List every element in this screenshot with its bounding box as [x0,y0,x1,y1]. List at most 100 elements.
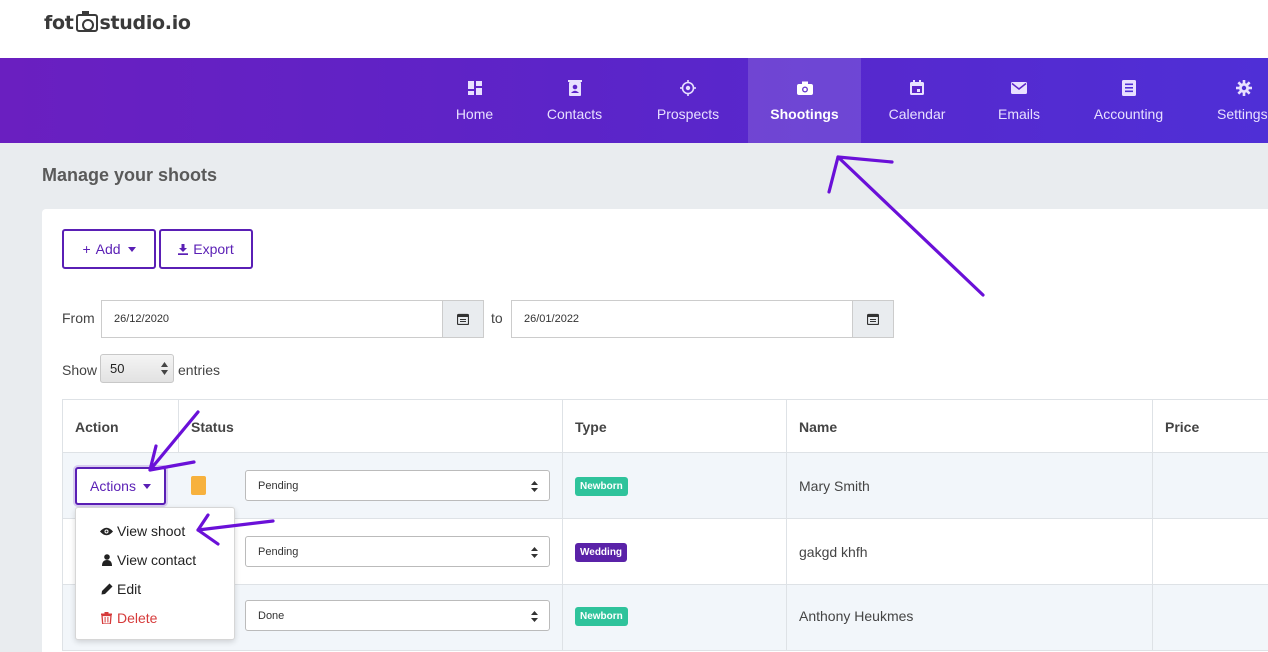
table-row: Done Newborn Anthony Heukmes [62,585,1268,651]
status-value: Pending [258,479,299,492]
column-header-status[interactable]: Status [179,400,563,454]
cell-divider [786,585,787,650]
chevron-down-icon [127,246,136,252]
actions-dropdown-menu: View shoot View contact Edit Delete [75,507,235,640]
nav-item-shootings[interactable]: Shootings [748,58,861,143]
logo-text-end: studio.io [99,12,191,34]
client-name: Anthony Heukmes [799,608,914,624]
to-label: to [491,310,503,326]
pencil-icon [100,583,113,596]
camera-logo-icon [75,11,98,32]
menu-item-view-contact[interactable]: View contact [100,552,196,568]
user-icon [100,554,113,567]
client-name: gakgd khfh [799,544,868,560]
type-badge: Wedding [575,543,628,562]
column-header-action[interactable]: Action [63,400,179,454]
download-icon [178,243,189,255]
to-date-input[interactable]: 26/01/2022 [511,300,853,338]
nav-item-calendar[interactable]: Calendar [882,58,952,143]
entries-value: 50 [110,361,125,376]
cell-divider [562,585,563,650]
status-select[interactable]: Pending [245,536,550,567]
envelope-icon [1011,80,1027,96]
updown-arrows-icon [531,611,538,622]
calendar-icon [457,313,469,325]
nav-label: Settings [1217,105,1268,122]
dashboard-icon [467,80,483,96]
cell-divider [1152,585,1153,650]
nav-label: Emails [997,105,1040,122]
chevron-down-icon [142,483,151,489]
table-row: Pending Newborn Mary Smith [62,453,1268,519]
cell-divider [1152,519,1153,584]
export-button-label: Export [193,241,234,257]
from-label: From [62,310,95,326]
nav-item-contacts[interactable]: Contacts [537,58,612,143]
cell-divider [562,453,563,518]
nav-item-emails[interactable]: Emails [990,58,1048,143]
cell-divider [786,519,787,584]
type-badge: Newborn [575,477,628,496]
type-badge: Newborn [575,607,628,626]
menu-item-label: View contact [117,552,197,568]
column-header-name[interactable]: Name [787,400,1153,454]
trash-icon [100,612,113,625]
export-button[interactable]: Export [159,229,253,269]
status-select[interactable]: Done [245,600,550,631]
cell-divider [562,519,563,584]
gear-icon [1236,79,1252,96]
menu-item-edit[interactable]: Edit [100,581,141,597]
nav-label: Home [455,105,494,122]
table-row: Pending Wedding gakgd khfh [62,519,1268,585]
updown-arrows-icon [531,481,538,492]
logo-text-start: fot [44,12,74,34]
ledger-icon [1121,79,1137,96]
menu-item-delete[interactable]: Delete [100,610,157,626]
column-header-price[interactable]: Price [1153,400,1268,454]
add-button-label: Add [95,241,121,257]
menu-item-label: Edit [117,581,142,597]
menu-item-label: Delete [117,610,158,626]
menu-item-label: View shoot [117,523,186,539]
nav-label: Contacts [546,105,603,122]
table-header: Action Status Type Name Price [62,399,1268,454]
updown-arrows-icon [531,547,538,558]
camera-icon [796,80,813,96]
client-name: Mary Smith [799,478,870,494]
top-bar: fot studio.io [0,0,1268,58]
page-title: Manage your shoots [42,165,218,185]
brand-logo[interactable]: fot studio.io [44,11,191,34]
nav-item-accounting[interactable]: Accounting [1086,58,1171,143]
plus-icon: + [82,241,91,257]
entries-select[interactable]: 50 [100,354,174,383]
menu-item-view-shoot[interactable]: View shoot [100,523,185,539]
nav-item-settings[interactable]: Settings [1214,58,1268,143]
actions-button-label: Actions [90,478,136,494]
to-date-picker-button[interactable] [853,300,894,338]
updown-arrows-icon [161,362,168,375]
target-icon [680,79,696,96]
entries-label: entries [178,362,221,378]
from-date-picker-button[interactable] [443,300,484,338]
nav-label: Accounting [1093,105,1164,122]
nav-label: Calendar [888,105,946,122]
column-header-type[interactable]: Type [563,400,787,454]
nav-item-home[interactable]: Home [443,58,506,143]
status-value: Done [258,609,285,622]
cell-divider [786,453,787,518]
contacts-icon [567,79,583,96]
nav-label: Shootings [770,105,839,122]
from-date-input[interactable]: 26/12/2020 [101,300,443,338]
eye-icon [100,525,113,538]
add-button[interactable]: + Add [62,229,156,269]
calendar-icon [909,80,925,96]
cell-divider [1152,453,1153,518]
status-color-indicator [191,476,206,495]
actions-dropdown-button[interactable]: Actions [75,467,166,505]
show-label: Show [62,362,98,378]
nav-label: Prospects [656,105,720,122]
status-select[interactable]: Pending [245,470,550,501]
calendar-icon [867,313,879,325]
main-navigation: Home Contacts Prospects Shootings Calend… [0,58,1268,143]
nav-item-prospects[interactable]: Prospects [648,58,728,143]
